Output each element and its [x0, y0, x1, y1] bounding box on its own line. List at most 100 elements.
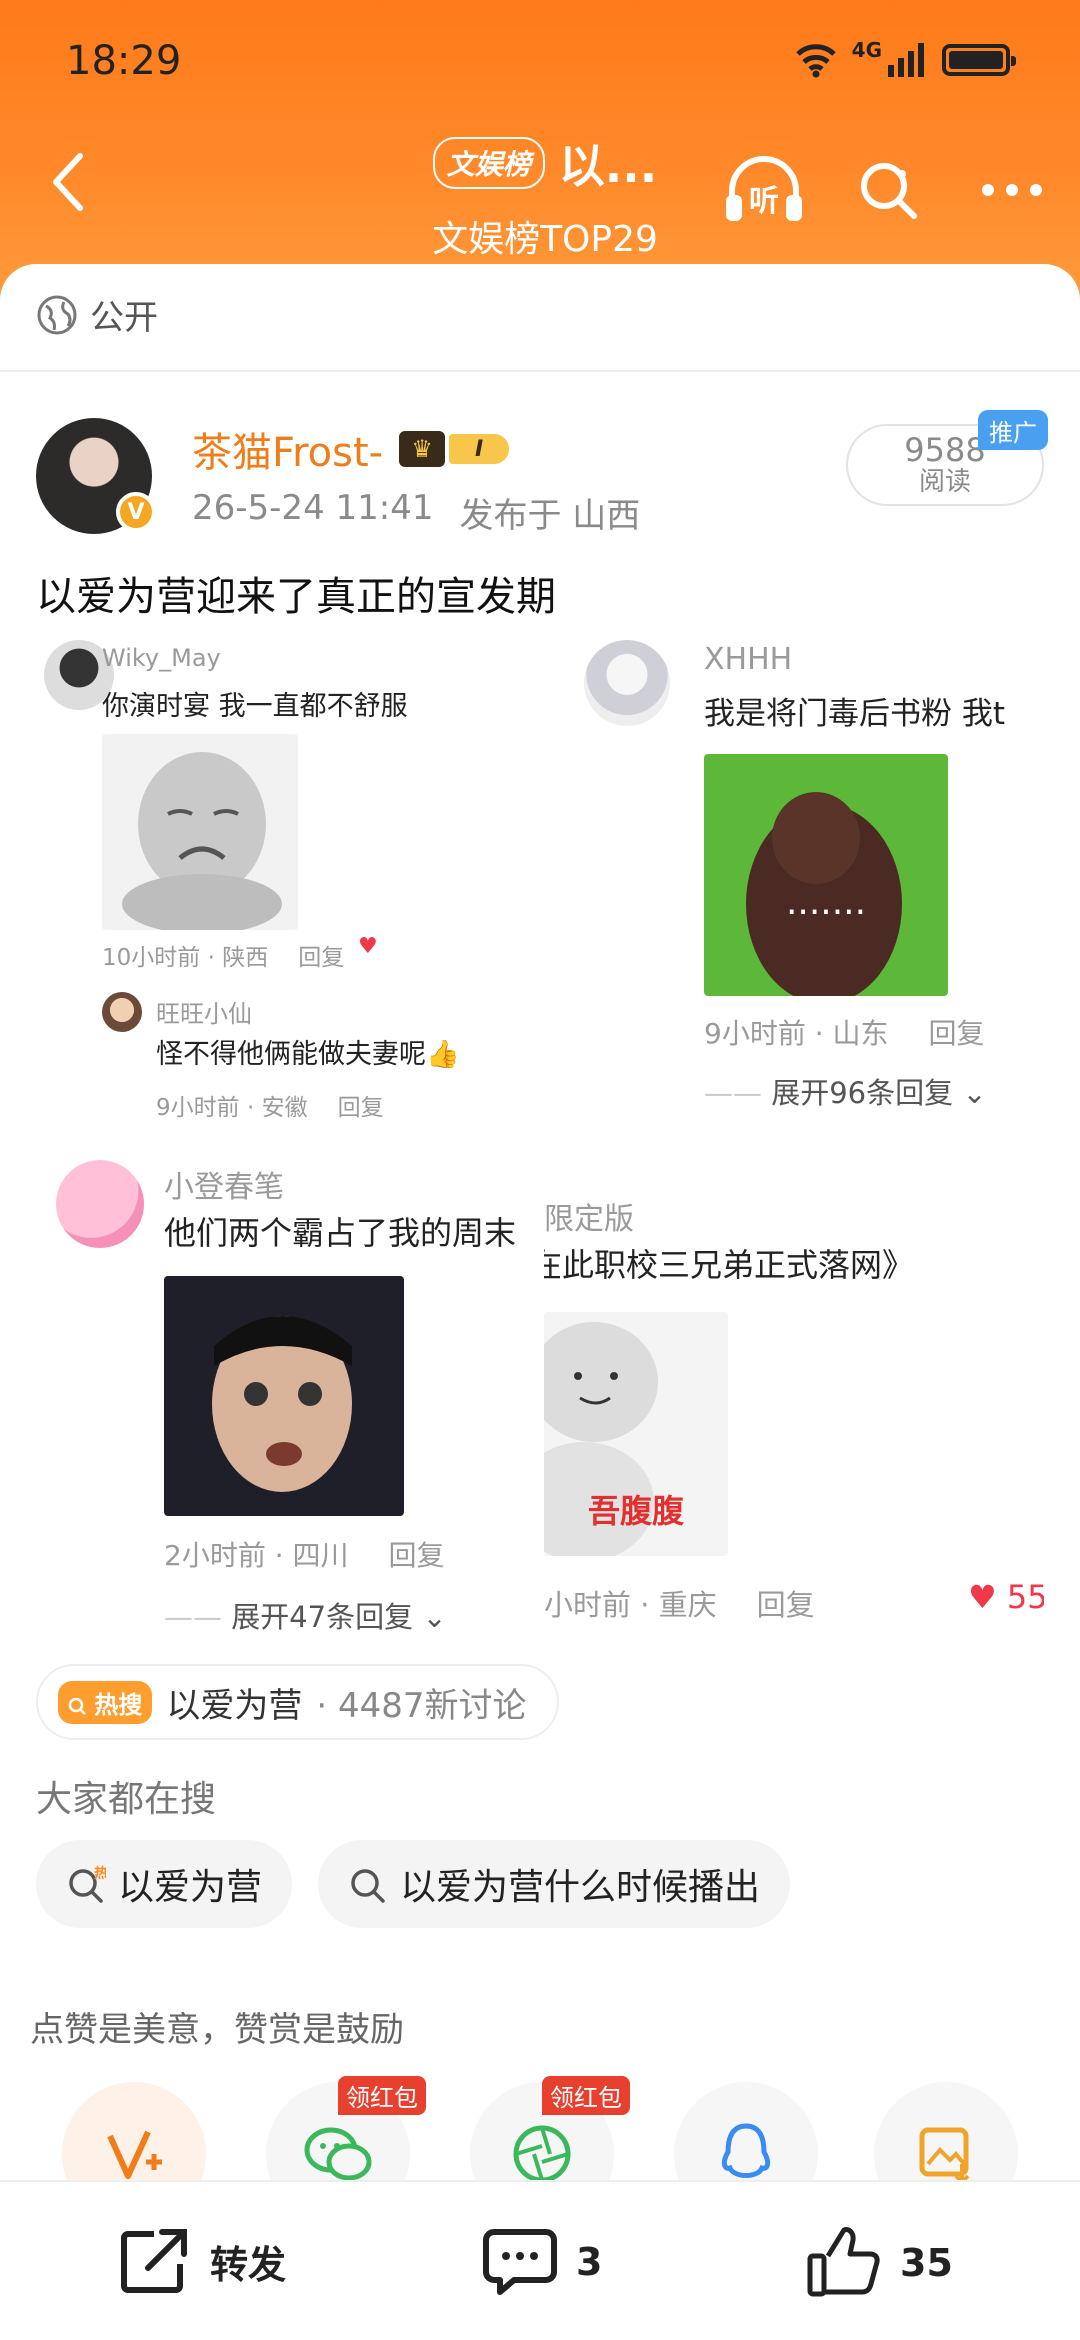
post-meta: 26-5-24 11:41 发布于 山西: [192, 488, 640, 537]
expand-replies: —— 展开96条回复 ⌄: [704, 1076, 987, 1110]
headphones-icon: 听: [726, 156, 802, 221]
meme-figure-illustration: .......: [746, 792, 902, 996]
comment-card-2: XHHH 我是将门毒后书粉 我t ....... 9小时前 · 山东 回复 —— …: [584, 628, 1044, 1148]
comment-meta: 小时前 · 重庆 回复: [544, 1582, 815, 1624]
red-packet-badge: 领红包: [542, 2076, 630, 2115]
search-icon: [68, 1697, 86, 1715]
reply-avatar: [102, 992, 142, 1032]
nav-bar: 文娱榜 以... 文娱榜TOP29 听: [0, 120, 1080, 270]
expand-label: 展开47条回复: [231, 1600, 414, 1634]
expand-replies: —— 展开47条回复 ⌄: [164, 1600, 447, 1634]
comment-time: 2小时前 · 四川: [164, 1539, 349, 1572]
hot-search-topic[interactable]: 热搜 以爱为营 · 4487新讨论: [36, 1664, 559, 1740]
comment-time: 9小时前 · 山东: [704, 1017, 889, 1050]
discussion-count: · 4487新讨论: [316, 1685, 527, 1726]
listen-button[interactable]: 听: [722, 148, 806, 232]
author-row: 茶猫Frost- ♛ I: [192, 420, 510, 478]
image-download-icon: [919, 2127, 970, 2184]
reply-time: 9小时前 · 安徽: [156, 1095, 308, 1121]
chevron-left-icon: [53, 153, 83, 211]
comment-text: 我是将门毒后书粉 我t: [704, 696, 1006, 732]
comment-text: 在此职校三兄弟正式落网》: [544, 1246, 915, 1284]
meme-figure-illustration: 吾腹腹: [544, 1322, 685, 1556]
share-arrow-icon: [121, 2229, 187, 2293]
promo-tag: 推广: [978, 410, 1048, 450]
comment-card-3: 小登春笔 他们两个霸占了我的周末 2小时前 · 四川 回复 —— 展开47条回复 …: [36, 1150, 544, 1638]
search-chip-2[interactable]: 以爱为营什么时候播出: [318, 1840, 791, 1928]
comment-count: 3: [576, 2240, 603, 2284]
crown-icon: ♛: [399, 431, 446, 467]
comment-button[interactable]: 3: [482, 2226, 602, 2298]
member-level-badge[interactable]: ♛ I: [399, 431, 510, 467]
red-packet-badge: 领红包: [338, 2076, 426, 2115]
reward-note: 点赞是美意，赞赏是鼓励: [30, 2010, 404, 2050]
post-time: 26-5-24 11:41: [192, 488, 434, 528]
globe-icon: [37, 295, 77, 334]
meme-face-illustration: [212, 1316, 352, 1492]
meme-image: [102, 734, 298, 930]
reply-link: 回复: [388, 1539, 445, 1572]
reply-link: 回复: [928, 1017, 985, 1050]
verified-badge-icon: V: [116, 492, 156, 532]
post-image[interactable]: Wiky_May 你演时宴 我一直都不舒服 10小时前 · 陕西 回复 旺旺小仙 …: [36, 628, 1044, 1638]
commenter-name: XHHH: [704, 642, 793, 677]
commenter-name: 限定版: [544, 1202, 634, 1237]
commenter-avatar: [56, 1160, 144, 1248]
share-reward-row: 领红包 领红包: [62, 2076, 1018, 2226]
visibility-row: 公开: [36, 290, 158, 339]
bottom-action-bar: 转发 3 35: [0, 2180, 1080, 2340]
heart-icon: ♥: [358, 934, 378, 959]
heart-icon: ♥: [968, 1578, 997, 1616]
repost-button[interactable]: 转发: [118, 2226, 286, 2296]
search-icon: [861, 163, 917, 219]
search-chip-1[interactable]: 热 以爱为营: [36, 1840, 293, 1928]
reply-link: 回复: [337, 1095, 384, 1121]
chip-label: 以爱为营: [118, 1867, 263, 1908]
search-button[interactable]: [846, 148, 930, 232]
status-bar: 18:29 4G: [0, 0, 1080, 120]
hot-keyword: 以爱为营: [166, 1685, 303, 1726]
post-location: 发布于 山西: [459, 496, 641, 536]
hot-search-tag: 热搜: [58, 1680, 153, 1724]
expand-label: 展开96条回复: [771, 1076, 954, 1110]
repost-label: 转发: [210, 2242, 287, 2287]
search-icon: [351, 1869, 385, 1903]
network-type: 4G: [851, 38, 882, 62]
comment-bubble-icon: [483, 2229, 557, 2295]
v-plus-icon: [107, 2130, 162, 2179]
comment-likes: ♥ 55: [968, 1578, 1044, 1616]
chip-label: 以爱为营什么时候播出: [400, 1867, 761, 1908]
reply-name: 旺旺小仙: [156, 1000, 252, 1028]
system-icons: 4G: [794, 38, 1016, 80]
page-title: 以...: [558, 139, 658, 193]
commenter-name: Wiky_May: [102, 644, 221, 672]
ranking-subtitle: 文娱榜TOP29: [432, 219, 658, 260]
post-text: 以爱为营迎来了真正的宣发期: [36, 574, 556, 620]
moments-aperture-icon: [513, 2125, 571, 2183]
signal-icon: [888, 43, 924, 77]
wenyu-badge: 文娱榜: [432, 137, 545, 189]
svg-text:热: 热: [94, 1865, 106, 1882]
meme-caption: 吾腹腹: [588, 1492, 685, 1530]
nav-title-block[interactable]: 文娱榜 以... 文娱榜TOP29: [400, 130, 690, 262]
visibility-label: 公开: [90, 298, 158, 338]
comment-meta: 9小时前 · 山东 回复: [704, 1012, 985, 1052]
qq-penguin-icon: [721, 2123, 771, 2178]
meme-caption: .......: [786, 882, 866, 923]
wechat-icon: [304, 2127, 372, 2181]
comment-card-4: 限定版 在此职校三兄弟正式落网》 吾腹腹 小时前 · 重庆 回复 ♥ 55: [544, 1190, 1044, 1638]
hot-search-icon: 热: [69, 1865, 106, 1903]
reply-meta: 9小时前 · 安徽 回复: [156, 1088, 384, 1122]
commenter-name: 小登春笔: [164, 1170, 284, 1205]
meme-image: .......: [704, 754, 948, 996]
meme-image: [164, 1276, 404, 1516]
like-button[interactable]: 35: [806, 2226, 953, 2300]
comment-meta: 10小时前 · 陕西 回复: [102, 938, 344, 972]
back-button[interactable]: [36, 150, 100, 214]
status-time: 18:29: [66, 38, 182, 84]
everyone-search-title: 大家都在搜: [36, 1779, 217, 1820]
search-chips: 热 以爱为营 以爱为营什么时候播出: [36, 1840, 791, 1928]
meme-image: 吾腹腹: [544, 1312, 728, 1556]
more-button[interactable]: [970, 148, 1054, 232]
author-name[interactable]: 茶猫Frost-: [192, 420, 383, 478]
